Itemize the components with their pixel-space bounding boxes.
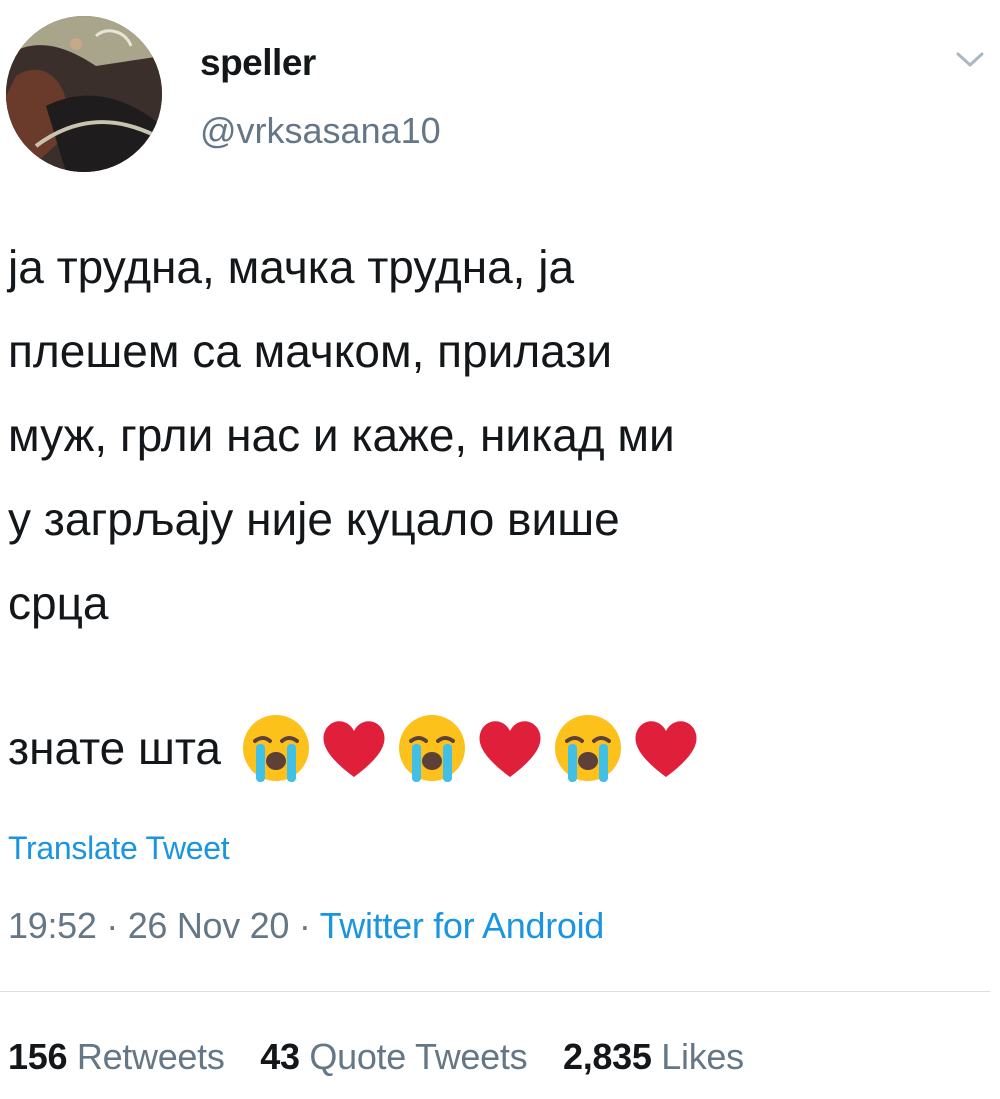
loudly-crying-face-icon <box>239 711 313 785</box>
tweet-source-link[interactable]: Twitter for Android <box>320 905 605 946</box>
profile-photo-icon <box>6 16 162 172</box>
loudly-crying-face-icon <box>395 711 469 785</box>
quote-tweets-stat[interactable]: 43 Quote Tweets <box>260 1036 527 1077</box>
avatar[interactable] <box>6 16 162 172</box>
divider <box>0 991 990 992</box>
tweet-text-tail: знате шта <box>8 722 222 774</box>
translate-tweet-link[interactable]: Translate Tweet <box>8 830 230 867</box>
retweets-label: Retweets <box>76 1036 225 1077</box>
retweets-stat[interactable]: 156 Retweets <box>8 1036 225 1077</box>
tweet-text-line: знате шта <box>8 706 707 790</box>
meta-separator: · <box>106 905 118 946</box>
red-heart-icon <box>629 711 703 785</box>
quote-tweets-count: 43 <box>260 1036 300 1077</box>
likes-stat[interactable]: 2,835 Likes <box>563 1036 744 1077</box>
quote-tweets-label: Quote Tweets <box>309 1036 528 1077</box>
tweet-card: speller @vrksasana10 ја трудна, мачка тр… <box>0 0 1000 1099</box>
likes-label: Likes <box>661 1036 744 1077</box>
display-name[interactable]: speller <box>200 42 316 84</box>
tweet-text: ја трудна, мачка трудна, ја плешем са ма… <box>8 241 675 629</box>
user-handle[interactable]: @vrksasana10 <box>200 110 441 152</box>
retweets-count: 156 <box>8 1036 68 1077</box>
red-heart-icon <box>317 711 391 785</box>
tweet-meta: 19:52 · 26 Nov 20 · Twitter for Android <box>8 905 604 947</box>
meta-separator: · <box>298 905 311 946</box>
chevron-down-icon[interactable] <box>952 44 988 74</box>
tweet-time[interactable]: 19:52 <box>8 905 97 946</box>
likes-count: 2,835 <box>562 1036 652 1077</box>
tweet-stats: 156 Retweets 43 Quote Tweets 2,835 Likes <box>8 1036 770 1078</box>
loudly-crying-face-icon <box>551 711 625 785</box>
red-heart-icon <box>473 711 547 785</box>
tweet-date[interactable]: 26 Nov 20 <box>128 905 290 946</box>
